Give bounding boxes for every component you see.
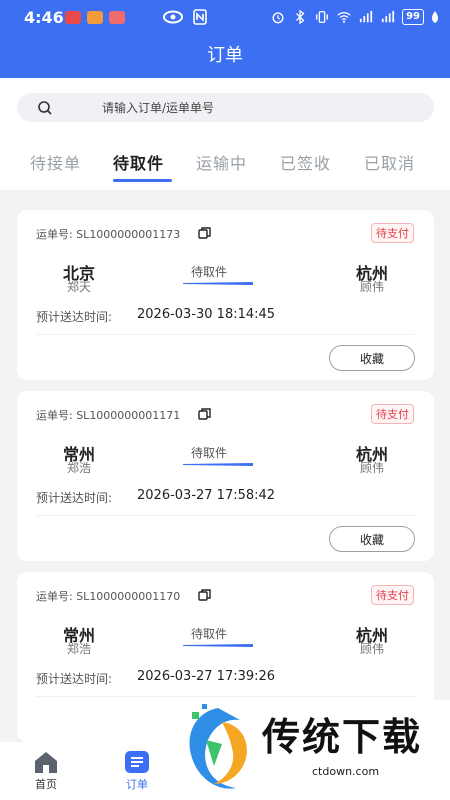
nav-home-label: 首页 <box>35 778 57 791</box>
waybill-number: 运单号: SL1000000001170 <box>36 590 181 603</box>
search-input[interactable] <box>102 93 422 122</box>
page-title: 订单 <box>207 45 243 66</box>
recipient-name: 顾伟 <box>359 461 384 475</box>
eta-value: 2026-03-27 17:39:26 <box>137 669 276 684</box>
sender-name: 郑浩 <box>66 461 91 475</box>
nav-home[interactable]: 首页 <box>16 748 76 792</box>
route-arrow-icon <box>183 282 253 285</box>
waybill-number: 运单号: SL1000000001173 <box>36 228 181 241</box>
search-icon <box>38 101 52 115</box>
eta-label: 预计送达时间: <box>36 491 113 505</box>
watermark-brand: 传统下载 <box>262 715 423 759</box>
eta-value: 2026-03-30 18:14:45 <box>137 307 276 322</box>
shipment-status: 待取件 <box>191 446 228 460</box>
divider <box>36 696 415 697</box>
watermark-overlay: 传统下载 ctdown.com <box>176 700 450 800</box>
search-bar <box>0 78 450 136</box>
vibrate-icon <box>316 11 328 23</box>
favorite-button[interactable]: 收藏 <box>329 345 415 371</box>
notification-icon-orange <box>87 11 103 24</box>
home-icon <box>35 752 57 773</box>
status-badge: 待支付 <box>371 223 414 243</box>
sender-name: 郑天 <box>66 280 91 294</box>
wifi-icon <box>337 12 351 23</box>
waybill-number: 运单号: SL1000000001171 <box>36 409 181 422</box>
copy-icon[interactable] <box>198 226 212 240</box>
status-badge: 待支付 <box>371 404 414 424</box>
order-status-tabs: 待接单 待取件 运输中 已签收 已取消 <box>0 136 450 190</box>
tab-cancelled[interactable]: 已取消 <box>364 150 415 174</box>
watermark-url: ctdown.com <box>312 765 380 778</box>
tab-pending-accept[interactable]: 待接单 <box>30 150 81 174</box>
divider <box>36 515 415 516</box>
nfc-icon <box>193 9 207 25</box>
route-arrow-icon <box>183 644 253 647</box>
route-arrow-icon <box>183 463 253 466</box>
eta-value: 2026-03-27 17:58:42 <box>137 488 276 503</box>
eta-label: 预计送达时间: <box>36 672 113 686</box>
watermark-logo-icon <box>189 704 247 789</box>
nav-bar: 订单 <box>0 36 450 78</box>
status-bar: 4:46 99 <box>0 0 450 36</box>
tab-pending-pickup[interactable]: 待取件 <box>113 150 164 174</box>
sender-name: 郑浩 <box>66 642 91 656</box>
copy-icon[interactable] <box>198 588 212 602</box>
nav-orders[interactable]: 订单 <box>107 748 167 792</box>
leaf-icon <box>432 11 438 23</box>
order-icon <box>125 751 149 773</box>
status-badge: 待支付 <box>371 585 414 605</box>
status-time: 4:46 <box>24 8 64 27</box>
eta-label: 预计送达时间: <box>36 310 113 324</box>
shipment-status: 待取件 <box>191 627 228 641</box>
active-tab-indicator <box>113 179 172 182</box>
notification-icon-red <box>65 11 81 24</box>
alarm-icon <box>272 12 284 24</box>
divider <box>36 334 415 335</box>
favorite-button[interactable]: 收藏 <box>329 526 415 552</box>
signal-icon-2 <box>381 10 395 23</box>
notification-icon-message <box>109 11 125 24</box>
shipment-status: 待取件 <box>191 265 228 279</box>
tab-signed[interactable]: 已签收 <box>280 150 331 174</box>
search-box[interactable] <box>17 93 434 122</box>
eye-icon <box>163 10 183 24</box>
signal-icon <box>359 10 373 23</box>
recipient-name: 顾伟 <box>359 280 384 294</box>
nav-orders-label: 订单 <box>126 778 148 791</box>
bluetooth-icon <box>296 10 305 24</box>
order-card[interactable]: 运单号: SL1000000001171 待支付 常州 郑浩 待取件 杭州 顾伟… <box>17 391 434 561</box>
copy-icon[interactable] <box>198 407 212 421</box>
order-card[interactable]: 运单号: SL1000000001173 待支付 北京 郑天 待取件 杭州 顾伟… <box>17 210 434 380</box>
tab-in-transit[interactable]: 运输中 <box>196 150 247 174</box>
battery-level: 99 <box>402 9 424 25</box>
recipient-name: 顾伟 <box>359 642 384 656</box>
